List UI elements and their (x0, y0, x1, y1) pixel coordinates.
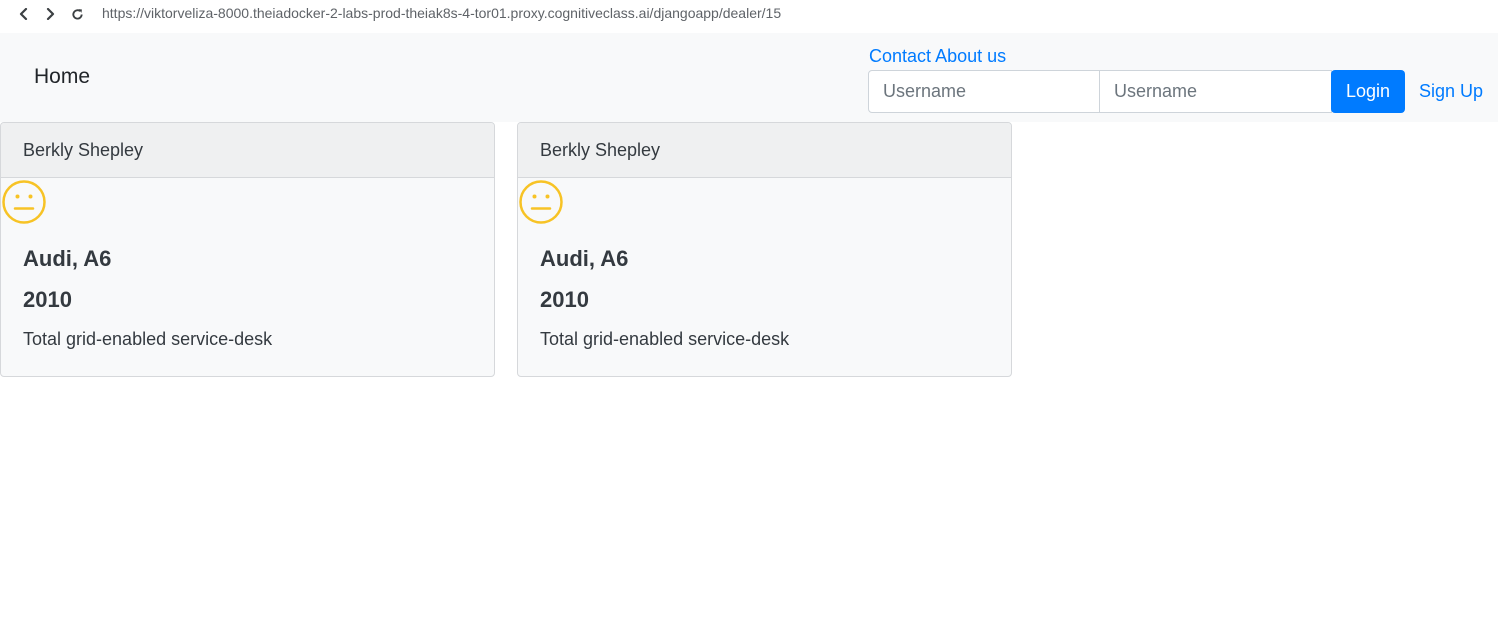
home-link[interactable]: Home (34, 65, 90, 89)
reviewer-name: Berkly Shepley (1, 123, 494, 178)
contact-link[interactable]: Contact (869, 46, 931, 66)
about-link[interactable]: About us (935, 46, 1006, 66)
review-card: Berkly Shepley Audi, A6 2010 Total grid-… (0, 122, 495, 377)
url-bar[interactable]: https://viktorveliza-8000.theiadocker-2-… (102, 5, 781, 21)
neutral-face-icon (518, 179, 564, 225)
back-icon[interactable] (14, 4, 34, 24)
navbar: Home Contact About us Login Sign Up (0, 33, 1498, 122)
neutral-face-icon (1, 179, 47, 225)
review-text: Total grid-enabled service-desk (540, 329, 790, 349)
review-card: Berkly Shepley Audi, A6 2010 Total grid-… (517, 122, 1012, 377)
forward-icon[interactable] (40, 4, 60, 24)
review-text: Total grid-enabled service-desk (23, 329, 273, 349)
reload-icon[interactable] (67, 4, 87, 24)
login-button[interactable]: Login (1331, 70, 1405, 113)
signup-link[interactable]: Sign Up (1419, 81, 1483, 102)
car-make-model: Audi, A6 (540, 246, 629, 271)
reviewer-name: Berkly Shepley (518, 123, 1011, 178)
password-input[interactable] (1100, 70, 1332, 113)
top-links: Contact About us (869, 46, 1006, 67)
car-year: 2010 (540, 287, 589, 312)
username-input[interactable] (868, 70, 1100, 113)
car-year: 2010 (23, 287, 72, 312)
browser-address-bar: https://viktorveliza-8000.theiadocker-2-… (0, 0, 1498, 33)
car-make-model: Audi, A6 (23, 246, 112, 271)
login-form (868, 70, 1332, 113)
